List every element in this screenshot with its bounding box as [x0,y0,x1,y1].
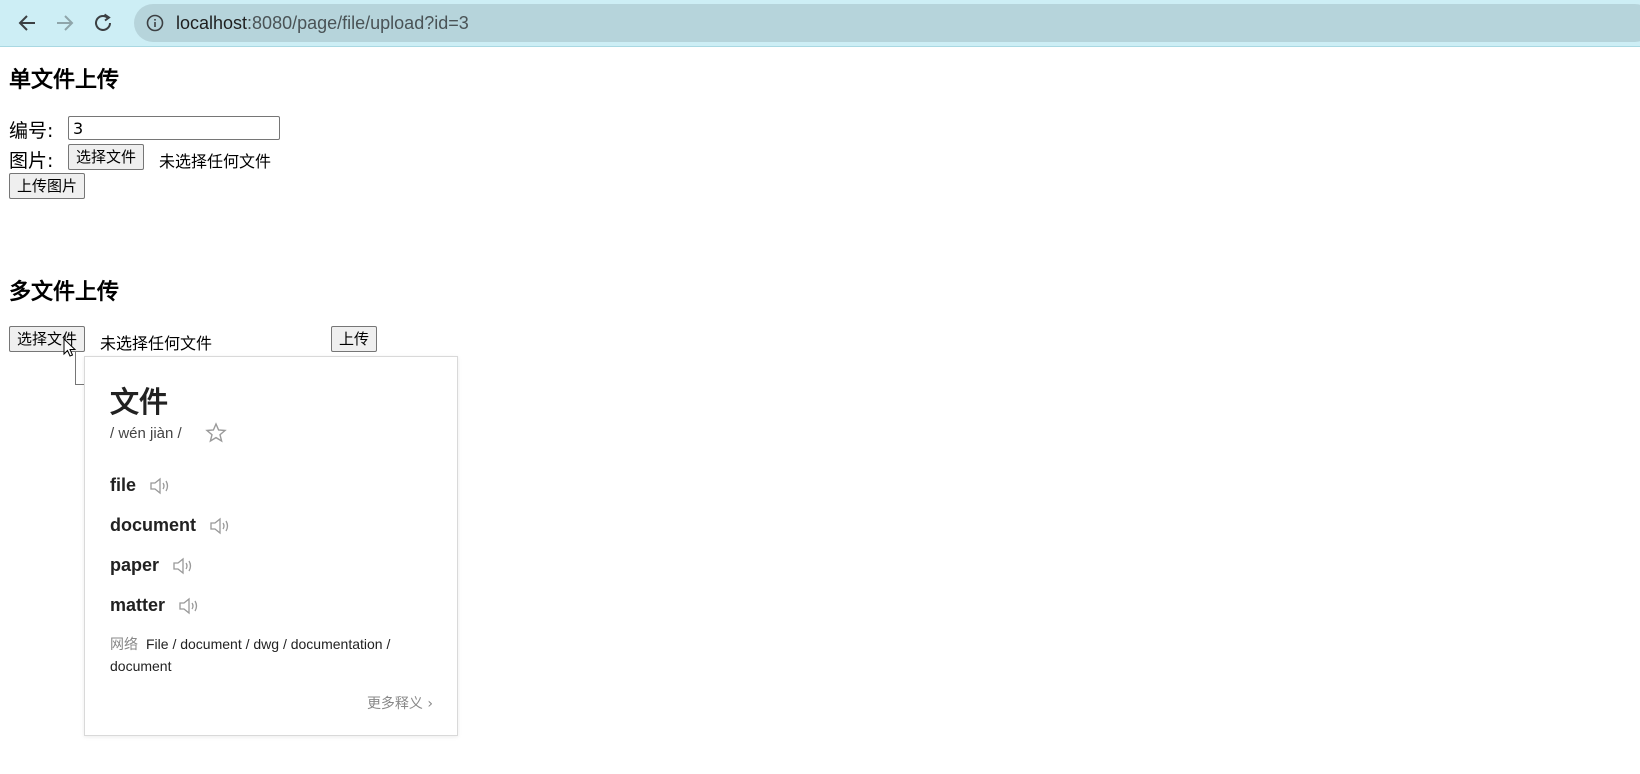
star-icon[interactable] [205,422,227,444]
info-icon[interactable] [146,14,164,32]
speaker-icon[interactable] [172,557,194,575]
multi-upload-title: 多文件上传 [9,280,120,305]
speaker-icon[interactable] [178,597,200,615]
single-upload-title: 单文件上传 [9,68,120,93]
definition-item: matter [110,595,200,616]
multi-upload-button[interactable]: 上传 [331,326,378,352]
address-bar[interactable]: localhost:8080/page/file/upload?id=3 [134,4,1640,42]
upload-image-button[interactable]: 上传图片 [9,173,86,199]
definition-text: matter [110,595,166,615]
forward-button[interactable] [50,8,80,38]
network-label: 网络 [110,636,138,652]
popup-word: 文件 [110,385,169,419]
network-definitions: 网络 File / document / dwg / documentation … [110,633,440,677]
more-definitions-link[interactable]: 更多释义 › [367,693,433,713]
definition-item: paper [110,555,194,576]
definition-item: file [110,475,171,496]
dictionary-popup: 文件 / wén jiàn / file document paper matt… [84,356,458,736]
definition-item: document [110,515,231,536]
id-label: 编号: [9,120,54,142]
speaker-icon[interactable] [149,477,171,495]
popup-pinyin: / wén jiàn / [110,425,182,442]
multi-no-file-text: 未选择任何文件 [100,334,213,353]
definition-text: paper [110,555,160,575]
arrow-left-icon [18,15,35,31]
definition-text: file [110,475,137,495]
back-button[interactable] [12,8,42,38]
speaker-icon[interactable] [209,517,231,535]
network-text: File / document / dwg / documentation / … [110,636,391,674]
definition-text: document [110,515,197,535]
url-host: localhost [176,13,248,33]
reload-icon [95,13,111,31]
no-file-text: 未选择任何文件 [159,152,272,171]
url-text[interactable]: localhost:8080/page/file/upload?id=3 [176,13,469,34]
image-label: 图片: [9,150,54,172]
choose-file-button[interactable]: 选择文件 [68,144,145,170]
browser-toolbar: localhost:8080/page/file/upload?id=3 [0,0,1640,47]
reload-button[interactable] [88,8,118,38]
id-input[interactable] [68,116,280,140]
mouse-cursor-icon [63,338,77,357]
arrow-right-icon [57,15,74,31]
url-path: :8080/page/file/upload?id=3 [247,13,469,33]
